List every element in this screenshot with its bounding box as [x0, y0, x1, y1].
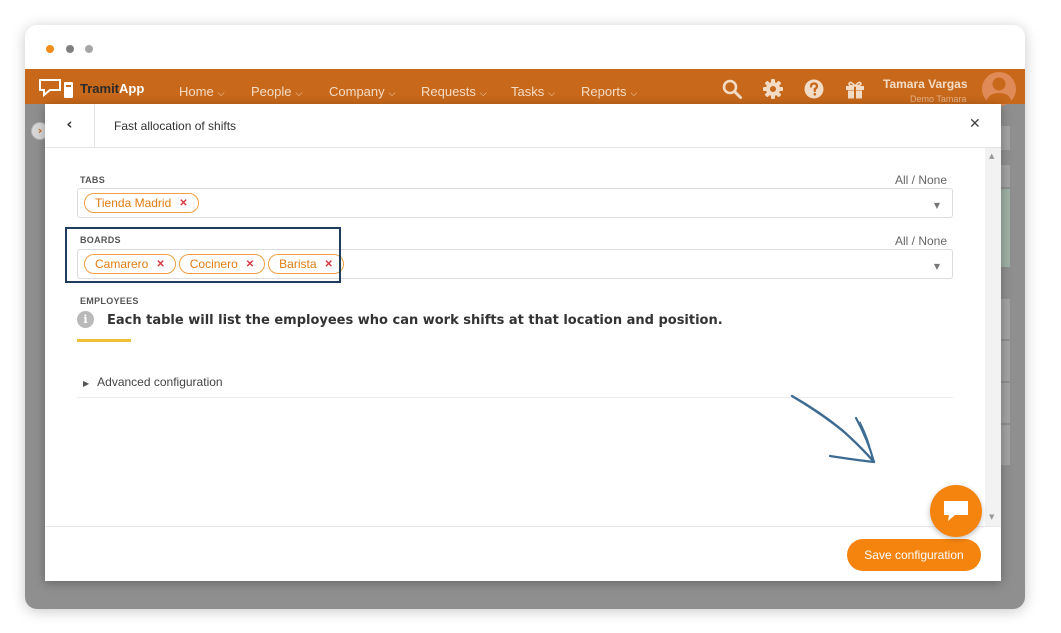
browser-window: TramitApp Home ⌵ People ⌵ Company ⌵ Request…: [25, 25, 1025, 609]
background-panel: [1000, 341, 1010, 381]
window-dot-light[interactable]: [85, 45, 93, 53]
nav-label: Reports: [581, 84, 627, 99]
chip-label: Tienda Madrid: [95, 196, 172, 210]
employees-info-text: Each table will list the employees who c…: [107, 313, 723, 328]
employees-label: EMPLOYEES: [80, 296, 139, 306]
window-titlebar: [25, 25, 1025, 69]
background-panel: [1000, 126, 1010, 150]
background-panel: [1000, 189, 1010, 267]
scroll-down-icon[interactable]: ▼: [989, 513, 994, 521]
gear-icon[interactable]: [762, 78, 784, 100]
chat-button[interactable]: [930, 485, 982, 537]
modal-body: TABS All / None Tienda Madrid ✕ ▼ BOARDS …: [45, 148, 1001, 526]
caret-down-icon[interactable]: ▼: [934, 262, 940, 271]
chevron-down-icon: ⌵: [388, 88, 396, 98]
logo-text-part1: Tramit: [80, 81, 120, 96]
tab-chip-tienda-madrid: Tienda Madrid ✕: [84, 193, 199, 213]
chevron-down-icon: ⌵: [295, 88, 303, 98]
search-icon[interactable]: [721, 78, 743, 100]
background-panel: [1000, 299, 1010, 339]
modal-header: ‹ Fast allocation of shifts ✕: [45, 104, 1001, 148]
logo-megaphone-icon: [39, 79, 73, 98]
caret-right-icon: ▶: [83, 379, 90, 388]
user-avatar-icon: [986, 77, 1012, 104]
boards-all-none-link[interactable]: All / None: [895, 234, 947, 248]
gift-icon[interactable]: [844, 78, 866, 100]
modal-footer: Save configuration: [45, 526, 1001, 581]
back-button[interactable]: ‹: [45, 104, 95, 148]
user-name[interactable]: Tamara Vargas: [883, 77, 968, 91]
tabs-label: TABS: [80, 175, 106, 185]
background-panel: [1000, 383, 1010, 423]
nav-people[interactable]: People ⌵: [251, 84, 302, 99]
app-view: TramitApp Home ⌵ People ⌵ Company ⌵ Request…: [25, 69, 1025, 609]
chevron-down-icon: ⌵: [217, 88, 225, 98]
nav-label: Home: [179, 84, 214, 99]
nav-label: Tasks: [511, 84, 545, 99]
tabs-all-none-link[interactable]: All / None: [895, 173, 947, 187]
background-panel: [1000, 165, 1010, 187]
chat-bubble-icon: [944, 501, 968, 521]
advanced-config-toggle[interactable]: ▶ Advanced configuration: [83, 375, 223, 389]
chevron-down-icon: ⌵: [630, 88, 638, 98]
scroll-up-icon[interactable]: ▲: [989, 152, 994, 160]
top-navbar: TramitApp Home ⌵ People ⌵ Company ⌵ Request…: [25, 69, 1025, 106]
nav-requests[interactable]: Requests ⌵: [421, 84, 487, 99]
background-panel: [1000, 425, 1010, 465]
close-icon[interactable]: ✕: [969, 116, 981, 132]
nav-tasks[interactable]: Tasks ⌵: [511, 84, 555, 99]
save-configuration-button[interactable]: Save configuration: [847, 539, 981, 571]
logo-text: TramitApp: [80, 81, 144, 96]
user-subtitle: Demo Tamara: [910, 94, 967, 104]
avatar[interactable]: [982, 72, 1016, 106]
nav-label: Company: [329, 84, 385, 99]
window-dot-gray[interactable]: [66, 45, 74, 53]
logo-text-part2: App: [119, 81, 145, 96]
chevron-down-icon: ⌵: [479, 88, 487, 98]
advanced-config-label: Advanced configuration: [97, 375, 223, 389]
info-accent-bar: [77, 339, 131, 342]
modal-scrollbar[interactable]: ▲ ▼: [985, 148, 1001, 526]
help-icon[interactable]: [803, 78, 825, 100]
info-icon: i: [77, 311, 94, 328]
nav-reports[interactable]: Reports ⌵: [581, 84, 637, 99]
window-dot-orange[interactable]: [46, 45, 54, 53]
tabs-chips: Tienda Madrid ✕: [84, 193, 199, 213]
modal-title: Fast allocation of shifts: [114, 119, 237, 133]
nav-company[interactable]: Company ⌵: [329, 84, 395, 99]
tabs-select[interactable]: Tienda Madrid ✕ ▼: [77, 188, 953, 218]
chevron-down-icon: ⌵: [548, 88, 556, 98]
caret-down-icon[interactable]: ▼: [934, 201, 940, 210]
nav-label: People: [251, 84, 292, 99]
hand-drawn-arrow-icon: [790, 394, 876, 464]
chevron-left-icon: ‹: [66, 115, 73, 133]
boards-highlight-box: [65, 227, 341, 283]
remove-chip-icon[interactable]: ✕: [179, 198, 187, 209]
nav-home[interactable]: Home ⌵: [179, 84, 225, 99]
shift-allocation-modal: ‹ Fast allocation of shifts ✕ TABS All /…: [45, 104, 1001, 581]
nav-label: Requests: [421, 84, 476, 99]
